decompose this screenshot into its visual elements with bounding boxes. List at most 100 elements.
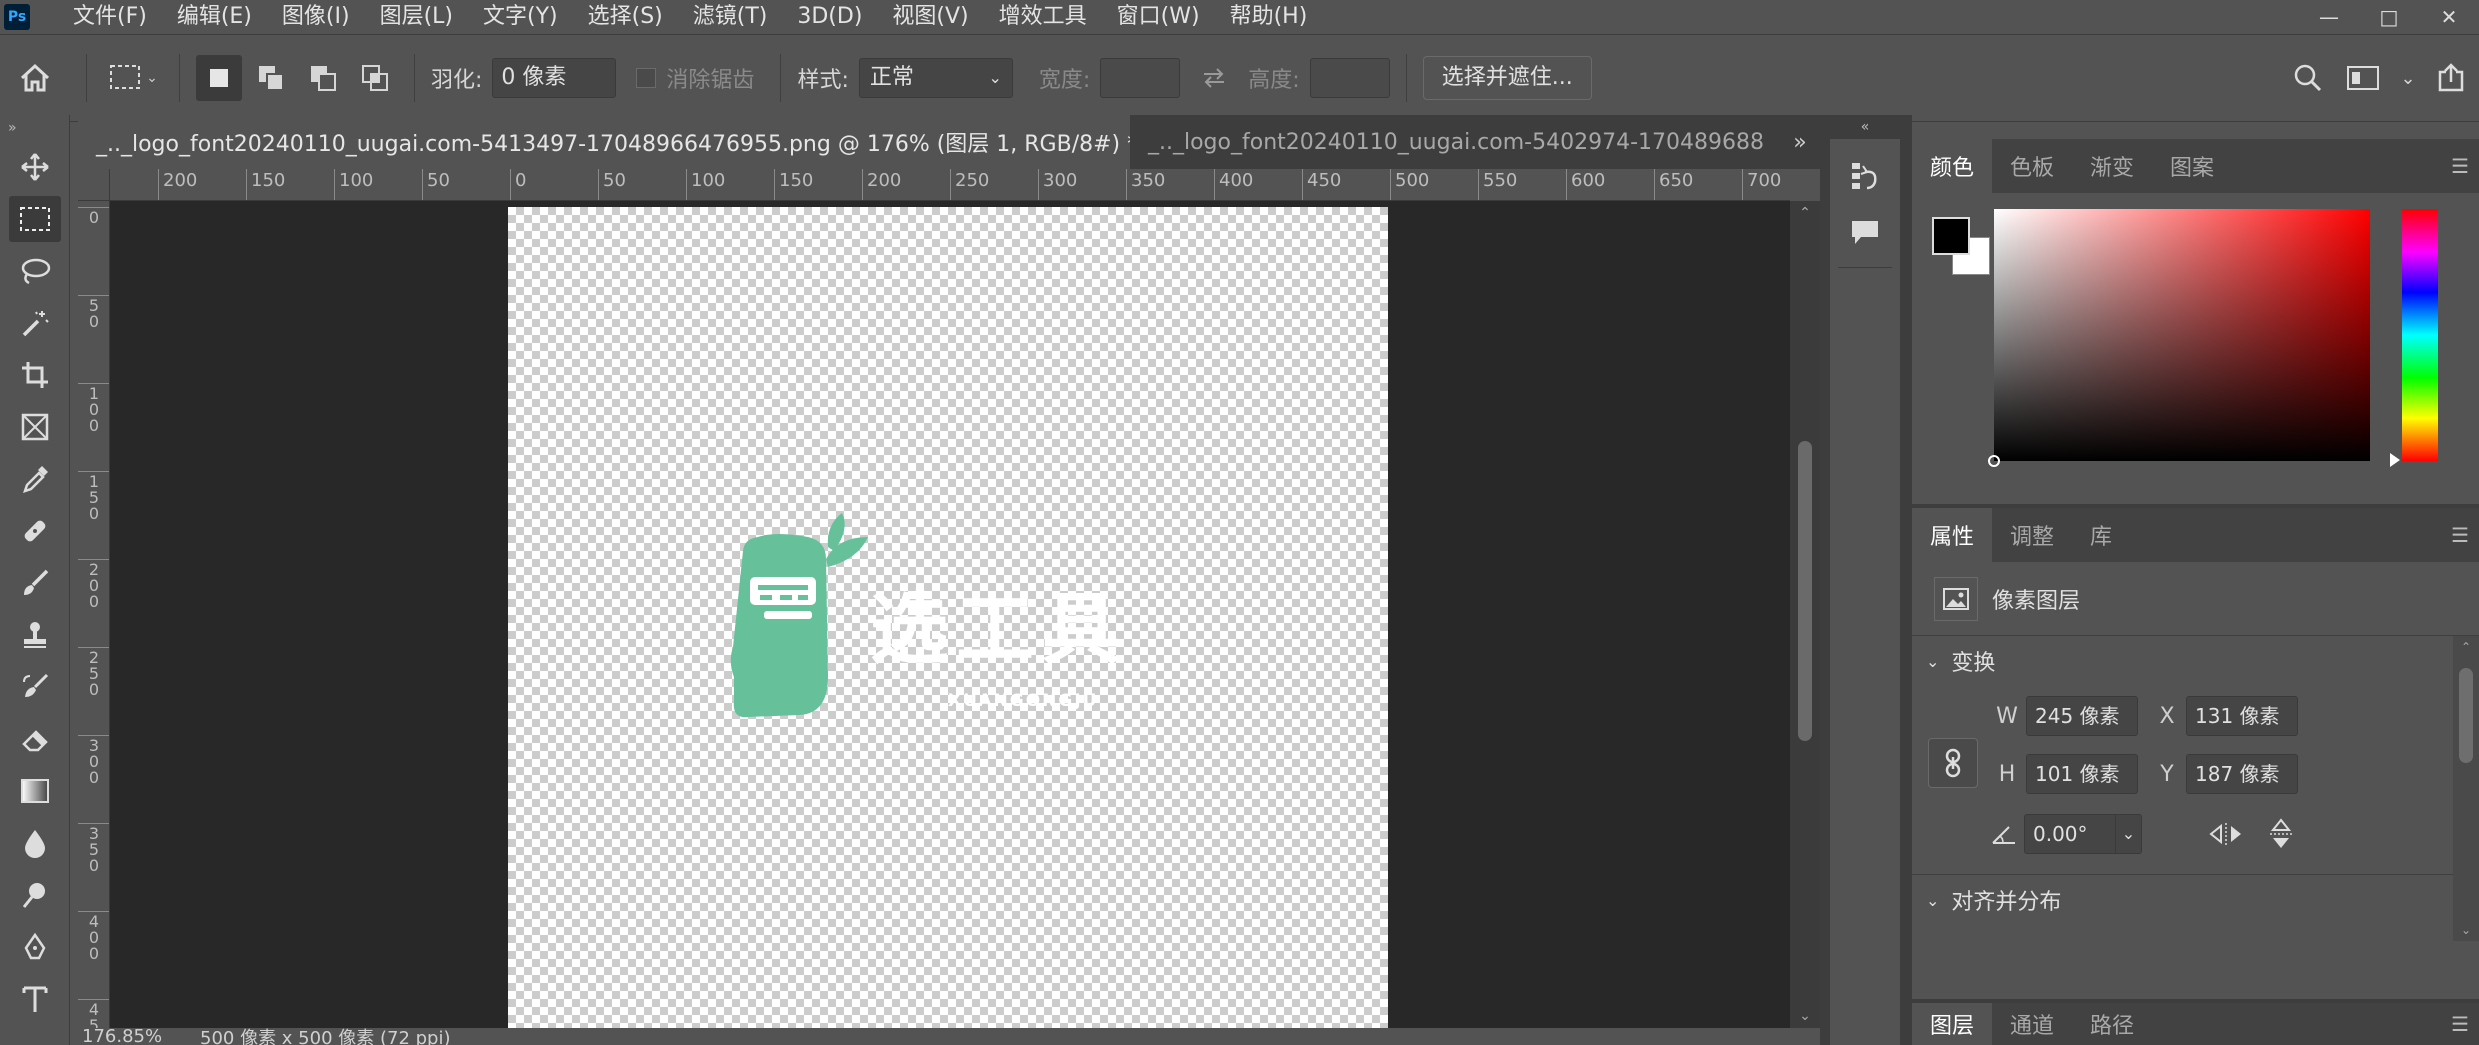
scroll-down-icon[interactable]: ⌄ bbox=[1790, 1008, 1820, 1024]
align-distribute-section-header[interactable]: ⌄ 对齐并分布 bbox=[1912, 875, 2479, 925]
x-field[interactable]: 131 像素 bbox=[2186, 696, 2298, 736]
home-icon[interactable] bbox=[0, 62, 70, 94]
height-field[interactable]: 101 像素 bbox=[2026, 754, 2138, 794]
add-selection-mode-button[interactable] bbox=[248, 55, 294, 101]
workspace-icon[interactable] bbox=[2333, 65, 2393, 91]
share-icon[interactable] bbox=[2423, 62, 2479, 94]
more-tabs-icon[interactable]: » bbox=[1780, 115, 1820, 169]
flip-vertical-icon[interactable] bbox=[2256, 818, 2306, 850]
scroll-thumb[interactable] bbox=[1798, 441, 1812, 741]
menu-edit[interactable]: 编辑(E) bbox=[162, 0, 267, 34]
menu-help[interactable]: 帮助(H) bbox=[1215, 0, 1323, 34]
zoom-level[interactable]: 176.85% bbox=[78, 1028, 180, 1045]
menu-layer[interactable]: 图层(L) bbox=[365, 0, 468, 34]
select-and-mask-button[interactable]: 选择并遮住... bbox=[1422, 56, 1592, 100]
comments-panel-icon[interactable] bbox=[1830, 205, 1900, 261]
foreground-color-swatch[interactable] bbox=[1932, 217, 1970, 255]
properties-scrollbar[interactable]: ⌃ ⌄ bbox=[2453, 636, 2479, 941]
close-window-button[interactable]: ✕ bbox=[2419, 0, 2479, 34]
crop-tool[interactable] bbox=[0, 349, 70, 401]
minimize-button[interactable]: — bbox=[2299, 0, 2359, 34]
clone-stamp-tool[interactable] bbox=[0, 609, 70, 661]
tab-patterns[interactable]: 图案 bbox=[2152, 139, 2232, 193]
panel-menu-icon[interactable]: ☰ bbox=[2451, 139, 2469, 193]
menu-image[interactable]: 图像(I) bbox=[267, 0, 365, 34]
hue-slider-handle[interactable] bbox=[2390, 453, 2400, 467]
rectangular-marquee-tool[interactable] bbox=[0, 193, 70, 245]
dodge-tool[interactable] bbox=[0, 869, 70, 921]
scroll-up-icon[interactable]: ⌃ bbox=[1790, 205, 1820, 221]
menu-window[interactable]: 窗口(W) bbox=[1102, 0, 1215, 34]
menu-plugins[interactable]: 增效工具 bbox=[984, 0, 1102, 34]
hue-slider[interactable] bbox=[2390, 209, 2438, 467]
transform-section-header[interactable]: ⌄ 变换 bbox=[1912, 636, 2479, 686]
width-field[interactable]: 245 像素 bbox=[2026, 696, 2138, 736]
ruler-origin[interactable] bbox=[78, 169, 110, 201]
lasso-tool[interactable] bbox=[0, 245, 70, 297]
transparent-canvas[interactable]: 选工具 XUANGONGJU bbox=[508, 207, 1388, 1028]
intersect-selection-mode-button[interactable] bbox=[352, 55, 398, 101]
tab-properties[interactable]: 属性 bbox=[1912, 508, 1993, 562]
type-tool[interactable] bbox=[0, 973, 70, 1025]
chevron-down-icon[interactable]: ⌄ bbox=[2393, 68, 2423, 89]
color-picker-cursor[interactable] bbox=[1988, 455, 2000, 467]
panel-menu-icon[interactable]: ☰ bbox=[2451, 508, 2469, 562]
tab-gradients[interactable]: 渐变 bbox=[2072, 139, 2152, 193]
feather-input[interactable]: 0 像素 bbox=[492, 58, 617, 98]
width-input[interactable] bbox=[1100, 58, 1181, 98]
height-input[interactable] bbox=[1309, 58, 1390, 98]
collapse-panels-icon[interactable]: « bbox=[1830, 115, 1900, 139]
healing-brush-tool[interactable] bbox=[0, 505, 70, 557]
scroll-up-icon[interactable]: ⌃ bbox=[2453, 640, 2479, 654]
tab-libraries[interactable]: 库 bbox=[2072, 508, 2130, 562]
document-tab-active[interactable]: _.._logo_font20240110_uugai.com-5413497-… bbox=[78, 115, 1130, 169]
marquee-preset-icon[interactable]: ⌄ bbox=[103, 63, 163, 93]
y-field[interactable]: 187 像素 bbox=[2186, 754, 2298, 794]
horizontal-ruler[interactable]: 200 150 100 50 0 50 100 150 200 250 300 … bbox=[110, 169, 1790, 201]
tab-color[interactable]: 颜色 bbox=[1912, 139, 1993, 193]
color-picker-field[interactable] bbox=[1988, 209, 2370, 467]
document-tab-inactive[interactable]: _.._logo_font20240110_uugai.com-5402974-… bbox=[1130, 115, 1780, 169]
scroll-down-icon[interactable]: ⌄ bbox=[2453, 923, 2479, 937]
swap-dimensions-icon[interactable] bbox=[1180, 67, 1248, 89]
flip-horizontal-icon[interactable] bbox=[2196, 821, 2256, 847]
history-panel-icon[interactable] bbox=[1830, 149, 1900, 205]
new-selection-mode-button[interactable] bbox=[196, 55, 242, 101]
link-dimensions-icon[interactable] bbox=[1928, 738, 1978, 788]
menu-file[interactable]: 文件(F) bbox=[58, 0, 162, 34]
move-tool[interactable] bbox=[0, 141, 70, 193]
history-brush-tool[interactable] bbox=[0, 661, 70, 713]
panel-menu-icon[interactable]: ☰ bbox=[2451, 1003, 2469, 1045]
style-select[interactable]: 正常 ⌄ bbox=[858, 58, 1013, 98]
tab-adjustments[interactable]: 调整 bbox=[1992, 508, 2072, 562]
gradient-tool[interactable] bbox=[0, 765, 70, 817]
document-workspace[interactable]: 选工具 XUANGONGJU bbox=[110, 201, 1790, 1028]
frame-tool[interactable] bbox=[0, 401, 70, 453]
tab-paths[interactable]: 路径 bbox=[2072, 1003, 2152, 1045]
blur-tool[interactable] bbox=[0, 817, 70, 869]
angle-field[interactable]: 0.00° bbox=[2024, 814, 2116, 854]
tab-swatches[interactable]: 色板 bbox=[1992, 139, 2072, 193]
v-ruler-label: 5 0 bbox=[78, 295, 109, 330]
tab-layers[interactable]: 图层 bbox=[1912, 1003, 1993, 1045]
antialias-checkbox[interactable] bbox=[636, 68, 657, 88]
menu-filter[interactable]: 滤镜(T) bbox=[678, 0, 783, 34]
tab-channels[interactable]: 通道 bbox=[1992, 1003, 2072, 1045]
menu-view[interactable]: 视图(V) bbox=[877, 0, 983, 34]
subtract-selection-mode-button[interactable] bbox=[300, 55, 346, 101]
angle-dropdown-icon[interactable]: ⌄ bbox=[2116, 814, 2142, 854]
pen-tool[interactable] bbox=[0, 921, 70, 973]
eyedropper-tool[interactable] bbox=[0, 453, 70, 505]
eraser-tool[interactable] bbox=[0, 713, 70, 765]
magic-wand-tool[interactable] bbox=[0, 297, 70, 349]
search-icon[interactable] bbox=[2283, 63, 2333, 93]
brush-tool[interactable] bbox=[0, 557, 70, 609]
canvas-vertical-scrollbar[interactable]: ⌃ ⌄ bbox=[1790, 201, 1820, 1028]
expand-toolbar-icon[interactable]: » bbox=[0, 115, 69, 141]
restore-button[interactable]: □ bbox=[2359, 0, 2419, 34]
menu-select[interactable]: 选择(S) bbox=[573, 0, 678, 34]
vertical-ruler[interactable]: 0 5 0 1 0 0 1 5 0 2 0 0 2 5 0 3 0 0 3 5 … bbox=[78, 201, 110, 1045]
scroll-thumb[interactable] bbox=[2459, 668, 2473, 763]
menu-type[interactable]: 文字(Y) bbox=[468, 0, 573, 34]
menu-3d[interactable]: 3D(D) bbox=[782, 0, 877, 34]
